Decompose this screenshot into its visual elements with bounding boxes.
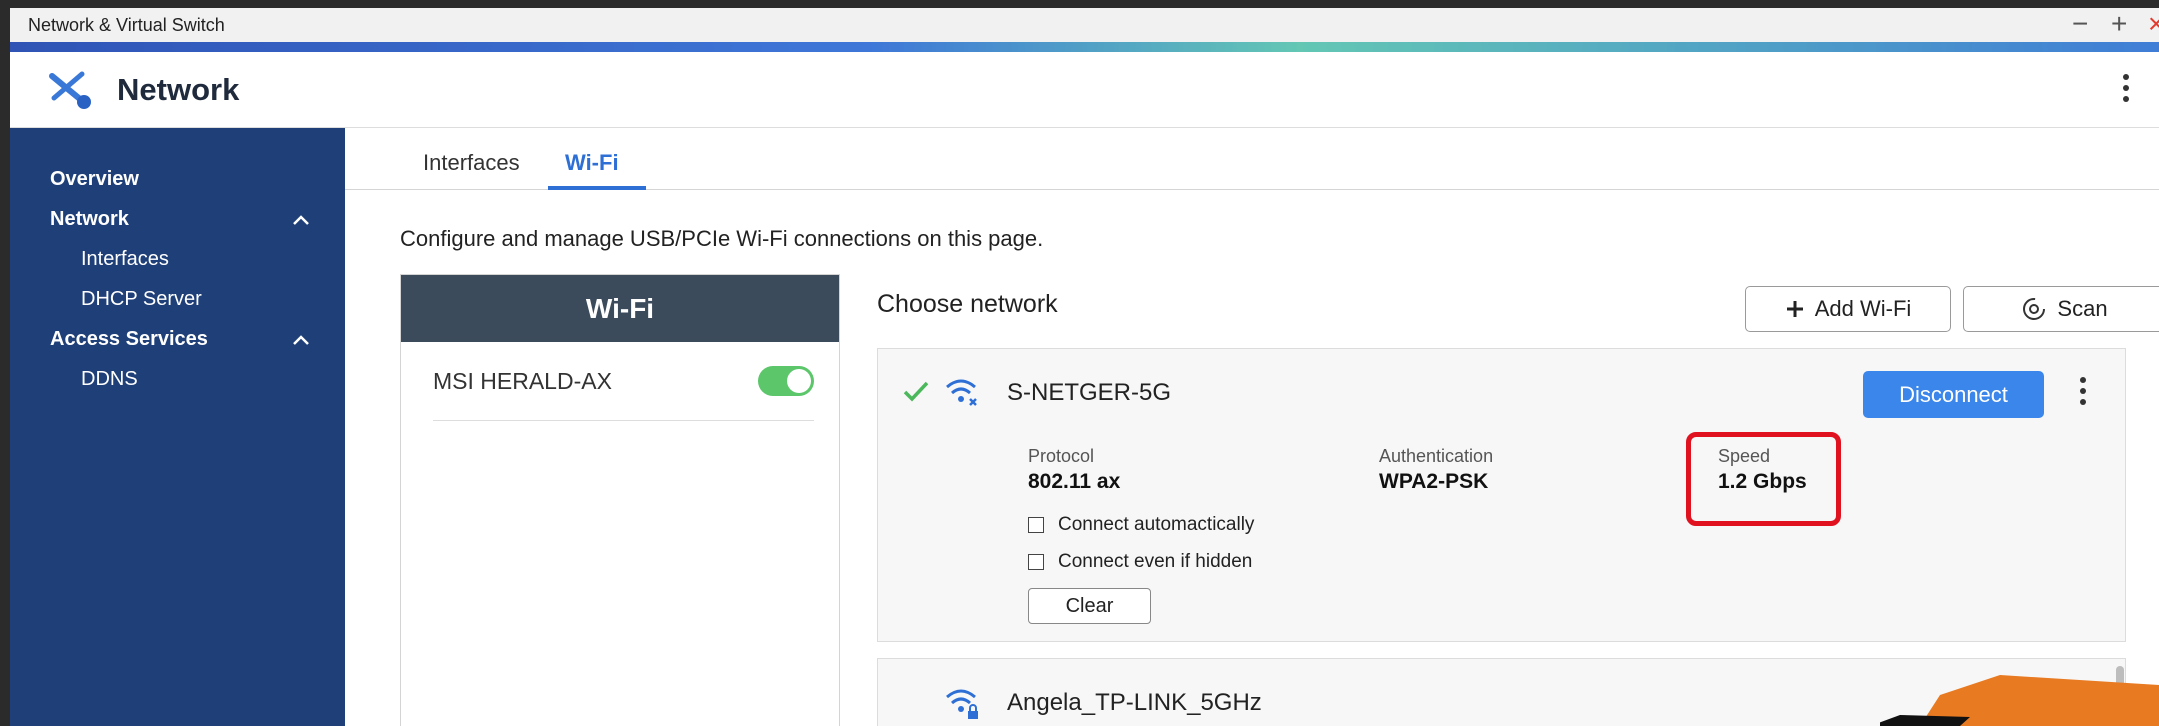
sidebar-item-interfaces[interactable]: Interfaces xyxy=(81,248,169,271)
main-content: Interfaces Wi-Fi Configure and manage US… xyxy=(345,128,2159,726)
app-window: Network & Virtual Switch − + × Network O… xyxy=(10,8,2159,726)
minimize-icon[interactable]: − xyxy=(2072,10,2088,38)
sidebar-item-dhcp-server[interactable]: DHCP Server xyxy=(81,288,202,311)
tab-interfaces[interactable]: Interfaces xyxy=(423,150,520,176)
maximize-icon[interactable]: + xyxy=(2111,10,2127,38)
add-wifi-button[interactable]: Add Wi-Fi xyxy=(1745,286,1951,332)
more-options-icon[interactable] xyxy=(2120,70,2132,110)
connect-hidden-checkbox[interactable] xyxy=(1028,554,1044,570)
tab-bar: Interfaces Wi-Fi xyxy=(345,128,2159,190)
disconnect-button[interactable]: Disconnect xyxy=(1863,371,2044,418)
adapter-toggle[interactable] xyxy=(758,366,814,396)
network-options-icon[interactable] xyxy=(2079,377,2087,411)
connect-automatically-row[interactable]: Connect automactically xyxy=(1028,514,1254,536)
connect-hidden-row[interactable]: Connect even if hidden xyxy=(1028,551,1252,573)
accent-bar xyxy=(10,42,2159,52)
wifi-adapter-panel: Wi-Fi MSI HERALD-AX xyxy=(400,274,840,726)
connect-automatically-checkbox[interactable] xyxy=(1028,517,1044,533)
divider xyxy=(433,420,814,421)
network-name: Angela_TP-LINK_5GHz xyxy=(1007,689,1262,716)
connect-hidden-label: Connect even if hidden xyxy=(1058,551,1253,572)
authentication-label: Authentication xyxy=(1379,446,1494,466)
sidebar: Overview Network Interfaces DHCP Server … xyxy=(10,128,345,726)
add-wifi-label: Add Wi-Fi xyxy=(1814,296,1912,321)
toggle-knob xyxy=(787,369,811,393)
choose-network-heading: Choose network xyxy=(877,290,1058,318)
scan-icon xyxy=(2023,298,2046,320)
protocol-label: Protocol xyxy=(1028,446,1095,466)
clear-button[interactable]: Clear xyxy=(1028,588,1151,624)
router-image xyxy=(1880,675,2159,726)
page-description: Configure and manage USB/PCIe Wi-Fi conn… xyxy=(400,226,1044,251)
app-header: Network xyxy=(10,52,2159,128)
plus-icon xyxy=(1786,301,1803,317)
chevron-up-icon[interactable] xyxy=(291,330,311,350)
sidebar-item-overview[interactable]: Overview xyxy=(50,168,139,191)
wifi-locked-icon xyxy=(946,689,978,719)
sidebar-item-network[interactable]: Network xyxy=(50,208,129,231)
authentication-value: WPA2-PSK xyxy=(1379,470,1489,493)
window-title: Network & Virtual Switch xyxy=(28,15,225,35)
connect-automatically-label: Connect automactically xyxy=(1058,514,1255,535)
chevron-up-icon[interactable] xyxy=(291,210,311,230)
tab-wifi[interactable]: Wi-Fi xyxy=(565,150,619,176)
network-name: S-NETGER-5G xyxy=(1007,379,1172,406)
speed-highlight-box xyxy=(1686,432,1841,526)
active-tab-indicator xyxy=(548,186,646,190)
sidebar-item-access-services[interactable]: Access Services xyxy=(50,328,208,351)
title-bar: Network & Virtual Switch − + × xyxy=(10,8,2159,42)
protocol-value: 802.11 ax xyxy=(1028,470,1121,493)
checkmark-icon xyxy=(903,381,929,402)
wifi-signal-icon xyxy=(946,379,977,406)
app-title: Network xyxy=(117,72,240,107)
close-icon[interactable]: × xyxy=(2148,10,2159,38)
sidebar-item-ddns[interactable]: DDNS xyxy=(81,368,138,391)
scan-button[interactable]: Scan xyxy=(1963,286,2159,332)
network-card-connected: S-NETGER-5G Disconnect Protocol 802.11 a… xyxy=(877,348,2126,642)
wifi-adapter-name[interactable]: MSI HERALD-AX xyxy=(433,368,612,395)
wifi-panel-title: Wi-Fi xyxy=(401,275,839,342)
scan-label: Scan xyxy=(2057,296,2108,321)
network-logo-icon xyxy=(49,71,91,109)
